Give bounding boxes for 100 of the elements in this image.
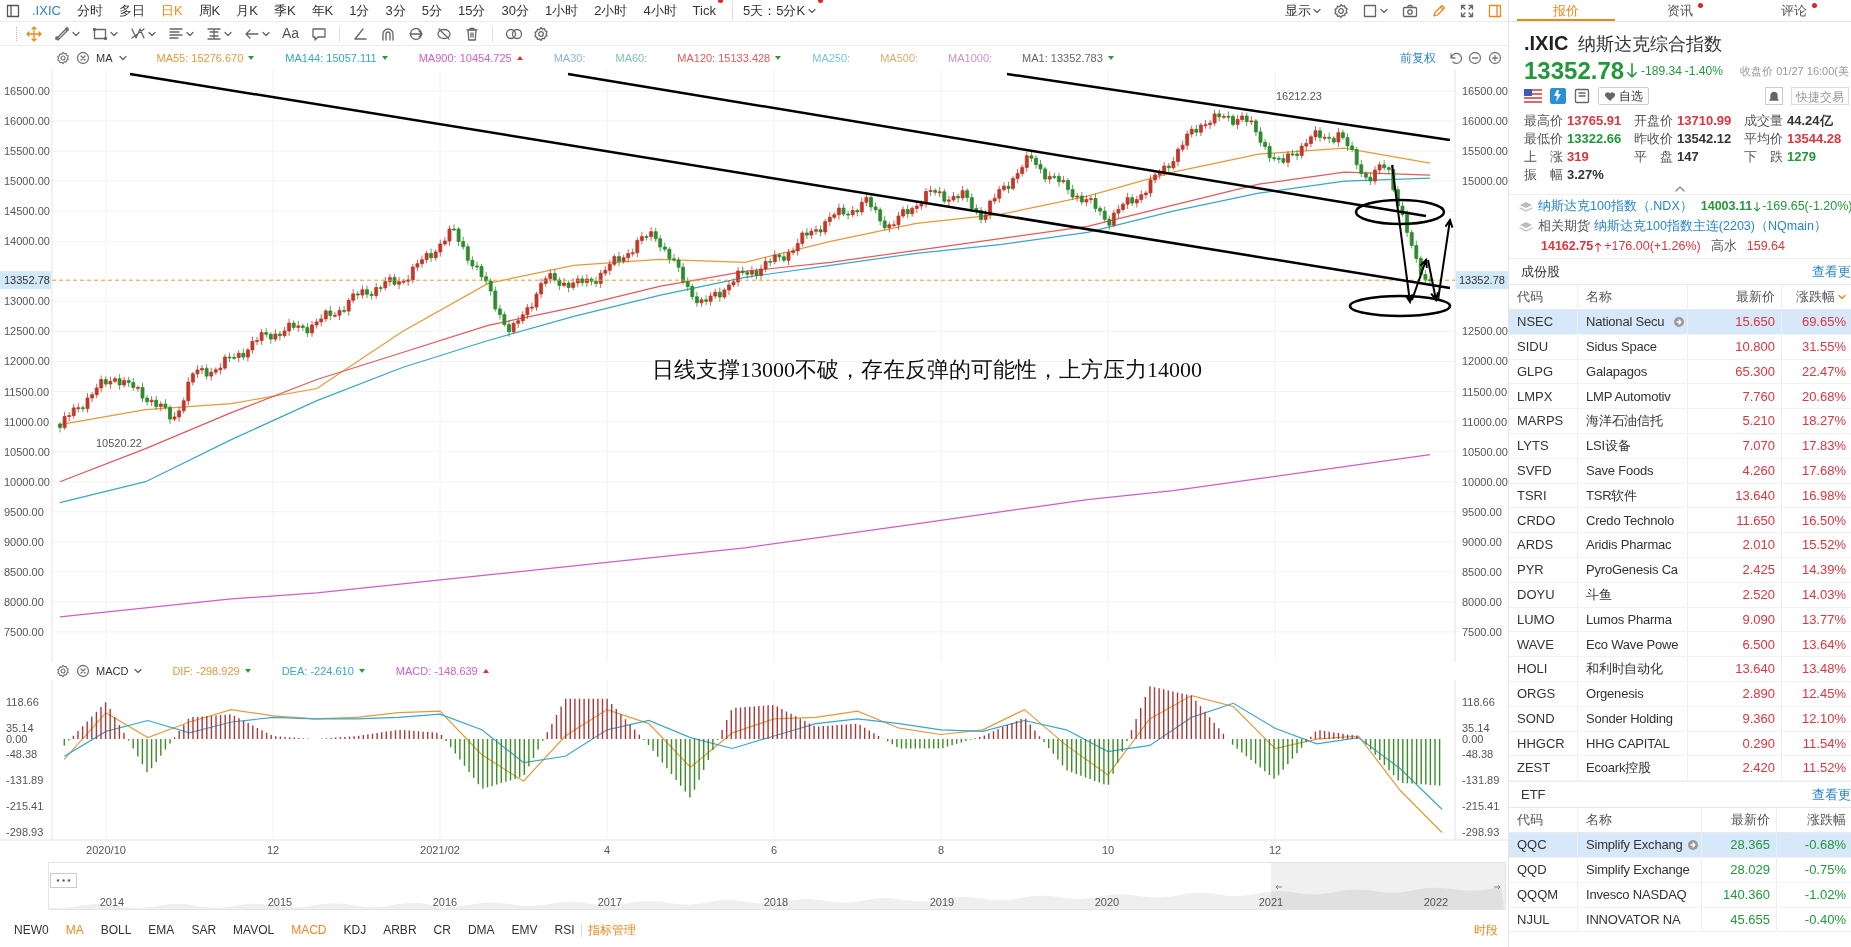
price-cell-text: 9.360 (1742, 709, 1775, 728)
axis-label: 35.14 (1462, 722, 1490, 735)
change-cell-text: 16.50% (1801, 511, 1846, 530)
symbol-cell-text: QQQM (1517, 885, 1559, 904)
index-name: 纳斯达克综合指数 (1578, 33, 1723, 56)
change-cell-text: 17.83% (1801, 437, 1846, 456)
axis-label: 11500.00 (4, 385, 50, 398)
year-label: 2018 (763, 896, 789, 908)
change-cell-text: 14.39% (1801, 561, 1846, 580)
axis-label: 16000.00 (1462, 115, 1508, 128)
related-index-price: 14003.11 (1700, 198, 1753, 216)
axis-label: 8500.00 (1462, 565, 1502, 578)
name-cell-text: Lumos Pharma (1586, 610, 1672, 629)
axis-label: 15000.00 (1462, 175, 1508, 188)
change-cell-text: 13.64% (1801, 635, 1846, 654)
axis-label: -131.89 (6, 774, 44, 787)
axis-label: 11000.00 (1462, 415, 1508, 428)
indicator-value: MA500: (880, 50, 919, 66)
stat-label: 平均价 (1744, 130, 1783, 148)
stat-value: 13544.28 (1787, 130, 1842, 148)
change-cell-text: 12.45% (1801, 685, 1846, 704)
stat-value: 147 (1677, 148, 1699, 166)
axis-label: 118.66 (1462, 696, 1495, 709)
symbol-cell-text: QQC (1517, 836, 1547, 855)
price-cell-text: 10.800 (1735, 337, 1775, 356)
symbol-cell-text: WAVE (1517, 635, 1554, 654)
price-cell-text: 5.210 (1742, 412, 1775, 431)
price-cell-text: 2.420 (1742, 759, 1775, 778)
symbol-cell-text: MARPS (1517, 412, 1564, 431)
axis-label: 16500.00 (1462, 85, 1508, 98)
axis-label: 12000.00 (4, 355, 50, 368)
symbol-cell-text: DOYU (1517, 585, 1555, 604)
futures-label: 相关期货 (1538, 218, 1590, 236)
name-cell-text: Ecoark控股 (1586, 759, 1651, 778)
price-cell-text: 0.290 (1742, 734, 1775, 753)
high-price-label: 16212.23 (1276, 90, 1322, 102)
symbol-cell-text: ORGS (1517, 685, 1556, 704)
change-cell-text: 16.98% (1801, 486, 1846, 505)
stat-value: 13542.12 (1677, 130, 1732, 148)
last-price: 13352.78 (1524, 56, 1625, 86)
price-cell-text: 140.360 (1723, 885, 1770, 904)
change-cell-text: 20.68% (1801, 387, 1846, 406)
date-label: 8 (937, 844, 945, 856)
date-label: 4 (603, 844, 611, 856)
name-cell-text: Credo Technolo (1586, 511, 1675, 530)
name-cell-text: HHG CAPITAL (1586, 734, 1670, 753)
price-cell-text: 13.640 (1735, 660, 1775, 679)
indicator-value: MACD: -148.639 (395, 663, 478, 679)
year-label: 2019 (929, 896, 955, 908)
price-cell-text: 2.425 (1742, 561, 1775, 580)
symbol-cell-text: LYTS (1517, 437, 1549, 456)
name-cell-text: Galapagos (1586, 362, 1648, 381)
name-cell-text: Eco Wave Powe (1586, 635, 1679, 654)
name-cell-text: National Secu (1586, 313, 1665, 332)
futures-change: +176.00(+1.26%) (1604, 238, 1701, 256)
indicator-value: MA120: 15133.428 (677, 50, 771, 66)
change-cell-text: 69.65% (1801, 313, 1846, 332)
price-cell-text: 2.010 (1742, 536, 1775, 555)
name-cell-text: Simplify Exchang (1586, 836, 1683, 855)
year-label: 2022 (1423, 896, 1449, 908)
change-cell-text: 14.03% (1801, 585, 1846, 604)
name-cell-text: PyroGenesis Ca (1586, 561, 1678, 580)
axis-label: 8000.00 (1462, 595, 1502, 608)
stat-value: 13322.66 (1567, 130, 1622, 148)
year-label: 2021 (1258, 896, 1284, 908)
axis-label: 12000.00 (1462, 355, 1508, 368)
change-cell-text: 11.52% (1802, 759, 1846, 778)
low-price-label: 10520.22 (96, 437, 142, 449)
symbol-cell-text: PYR (1517, 561, 1544, 580)
axis-label: -215.41 (6, 800, 44, 813)
symbol-cell-text: HOLI (1517, 660, 1548, 679)
price-cell-text: 6.500 (1742, 635, 1775, 654)
symbol-cell-text: SIDU (1517, 337, 1549, 356)
symbol-cell-text: NSEC (1517, 313, 1554, 332)
indicator-value: MA250: (812, 50, 851, 66)
indicator-value: MA55: 15276.670 (156, 50, 244, 66)
indicator-value: MA1: 13352.783 (1022, 50, 1103, 66)
premium-label: 高水 (1710, 238, 1737, 256)
axis-label: 11500.00 (1462, 385, 1508, 398)
axis-label: 15500.00 (4, 145, 50, 158)
premium-value: 159.64 (1746, 238, 1785, 256)
axis-label: -298.93 (6, 826, 44, 839)
stat-value: 13765.91 (1567, 112, 1622, 130)
change-cell-text: 13.77% (1801, 610, 1846, 629)
symbol-cell-text: TSRI (1517, 486, 1547, 505)
axis-label: 9000.00 (1462, 535, 1502, 548)
axis-label: 9000.00 (4, 535, 44, 548)
symbol-cell-text: SVFD (1517, 461, 1552, 480)
axis-label: 10500.00 (1462, 445, 1508, 458)
stat-label: 最低价 (1524, 130, 1563, 148)
axis-label: 16000.00 (4, 115, 50, 128)
date-label: 12 (266, 844, 280, 856)
axis-label: -48.38 (1462, 748, 1494, 761)
price-cell-text: 2.890 (1742, 685, 1775, 704)
price-cell-text: 11.650 (1736, 511, 1775, 530)
indicator-value: DEA: -224.610 (281, 663, 354, 679)
indicator-value: MA1000: (948, 50, 993, 66)
indicator-value: MA900: 10454.725 (418, 50, 512, 66)
price-change: -189.34 (1641, 63, 1682, 80)
axis-label: 0.00 (1462, 733, 1484, 746)
